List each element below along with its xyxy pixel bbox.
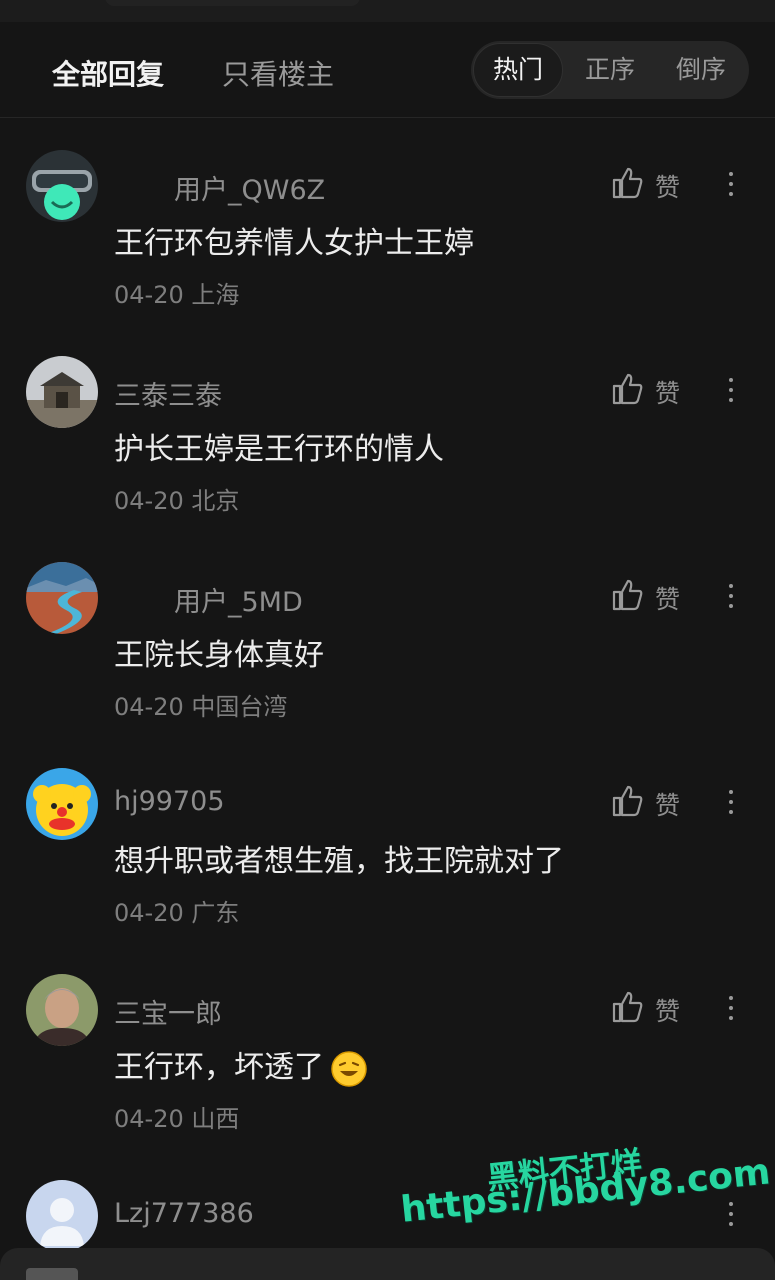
man-portrait-avatar[interactable] (26, 974, 98, 1046)
thumbs-up-icon (612, 579, 643, 611)
vr-headset-avatar[interactable] (26, 150, 98, 222)
comment-date: 04-20 (114, 899, 184, 927)
comment-location: 中国台湾 (191, 693, 288, 721)
comment-username[interactable]: hj99705 (114, 786, 225, 817)
thumbs-up-icon (612, 991, 643, 1023)
like-button[interactable]: 赞 (610, 370, 690, 410)
comment-text: 王行环，坏透了 (114, 1050, 324, 1085)
gate-building-avatar[interactable] (26, 356, 98, 428)
thumbs-up-icon (612, 167, 643, 199)
comment-item: 用户_5MD 赞 王院长身体真好 04-20 中国台湾 (0, 562, 775, 762)
more-options-icon[interactable] (716, 370, 746, 410)
like-label: 赞 (655, 173, 681, 202)
bottom-thumbnail (26, 1268, 78, 1280)
like-button[interactable]: 赞 (610, 782, 690, 822)
clown-avatar[interactable] (26, 768, 98, 840)
like-label: 赞 (655, 585, 681, 614)
more-options-icon[interactable] (716, 988, 746, 1028)
comment-text-line: 王行环，坏透了 (114, 1042, 368, 1088)
comment-date: 04-20 (114, 281, 184, 309)
comments-page: 全部回复 只看楼主 热门 正序 倒序 用户_QW6Z 赞 王行环包养情人女护士王… (0, 0, 775, 1280)
comment-meta: 04-20 广东 (114, 893, 239, 928)
grinning-face-emoji (331, 1050, 367, 1087)
comment-location: 北京 (191, 487, 240, 515)
like-button[interactable]: 赞 (610, 988, 690, 1028)
comment-location: 广东 (191, 899, 240, 927)
comment-date: 04-20 (114, 1105, 184, 1133)
thumbs-up-icon (612, 373, 643, 405)
comment-username[interactable]: 三泰三泰 (114, 374, 222, 413)
comment-meta: 04-20 北京 (114, 481, 239, 516)
comment-item: 三泰三泰 赞 护长王婷是王行环的情人 04-20 北京 (0, 356, 775, 556)
comment-meta: 04-20 上海 (114, 275, 239, 310)
sort-toggle: 热门 正序 倒序 (471, 41, 749, 99)
more-options-icon[interactable] (716, 1194, 746, 1234)
sort-desc-button[interactable]: 倒序 (676, 41, 726, 99)
more-options-icon[interactable] (716, 576, 746, 616)
comment-location: 山西 (191, 1105, 240, 1133)
default-user-avatar[interactable] (26, 1180, 98, 1252)
comment-username[interactable]: Lzj777386 (114, 1198, 254, 1229)
comment-meta: 04-20 山西 (114, 1099, 239, 1134)
more-options-icon[interactable] (716, 164, 746, 204)
like-button[interactable]: 赞 (610, 164, 690, 204)
top-strip (0, 0, 775, 22)
comment-date: 04-20 (114, 693, 184, 721)
comment-text: 王行环包养情人女护士王婷 (114, 226, 474, 261)
comment-username[interactable]: 用户_5MD (174, 580, 303, 619)
comment-meta: 04-20 中国台湾 (114, 687, 287, 722)
top-input-pill[interactable] (105, 0, 360, 6)
more-options-icon[interactable] (716, 782, 746, 822)
like-label: 赞 (655, 379, 681, 408)
tab-op-only[interactable]: 只看楼主 (222, 53, 334, 93)
bottom-comment-bar[interactable] (0, 1248, 775, 1280)
comment-username[interactable]: 三宝一郎 (114, 992, 222, 1031)
comment-text: 护长王婷是王行环的情人 (114, 432, 444, 467)
comment-item: hj99705 赞 想升职或者想生殖，找王院就对了 04-20 广东 (0, 768, 775, 968)
sort-hot-button[interactable]: 热门 (473, 43, 563, 97)
comment-username[interactable]: 用户_QW6Z (174, 168, 325, 207)
comment-item: 用户_QW6Z 赞 王行环包养情人女护士王婷 04-20 上海 (0, 150, 775, 350)
thumbs-up-icon (612, 785, 643, 817)
like-label: 赞 (655, 791, 681, 820)
comment-text: 想升职或者想生殖，找王院就对了 (114, 844, 564, 879)
like-button[interactable]: 赞 (610, 576, 690, 616)
comment-item: 三宝一郎 赞 王行环，坏透了 04-20 山西 (0, 974, 775, 1174)
comment-date: 04-20 (114, 487, 184, 515)
reply-header: 全部回复 只看楼主 热门 正序 倒序 (0, 22, 775, 118)
river-landscape-avatar[interactable] (26, 562, 98, 634)
sort-asc-button[interactable]: 正序 (585, 41, 635, 99)
tab-all-replies[interactable]: 全部回复 (52, 53, 164, 93)
like-label: 赞 (655, 997, 681, 1026)
comment-location: 上海 (191, 281, 240, 309)
comment-text: 王院长身体真好 (114, 638, 324, 673)
